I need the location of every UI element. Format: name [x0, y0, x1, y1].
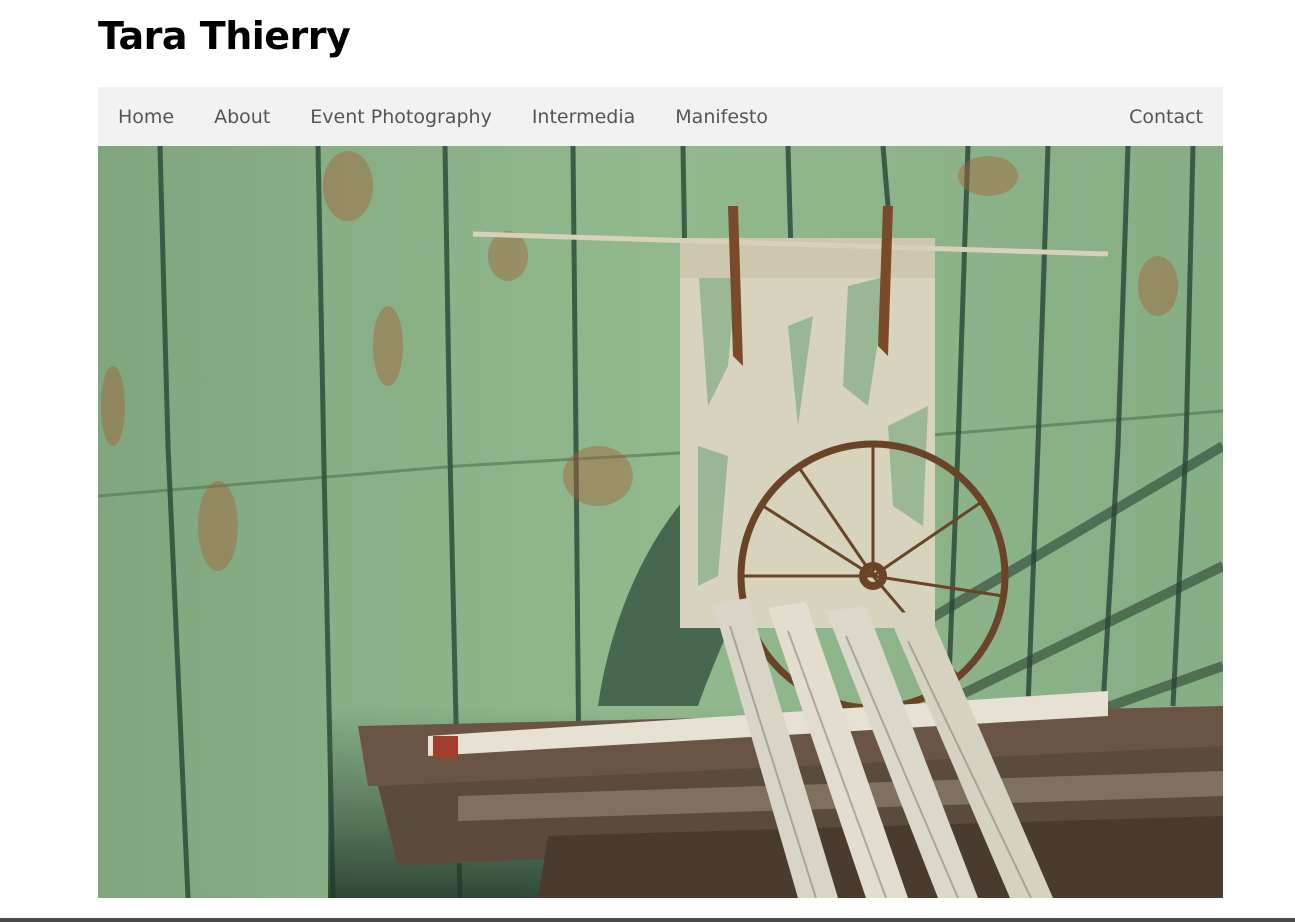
nav-item-manifesto[interactable]: Manifesto — [675, 106, 768, 128]
hero-photo — [98, 146, 1223, 898]
site-title[interactable]: Tara Thierry — [98, 12, 351, 60]
main-navigation: Home About Event Photography Intermedia … — [98, 87, 1223, 146]
nav-item-intermedia[interactable]: Intermedia — [532, 106, 635, 128]
nav-item-about[interactable]: About — [214, 106, 270, 128]
nav-item-home[interactable]: Home — [118, 106, 174, 128]
nav-list: Home About Event Photography Intermedia … — [118, 87, 808, 146]
nav-item-event-photography[interactable]: Event Photography — [310, 106, 492, 128]
bottom-border — [0, 918, 1295, 922]
nav-item-contact[interactable]: Contact — [1129, 87, 1203, 146]
photo-image — [98, 146, 1223, 898]
